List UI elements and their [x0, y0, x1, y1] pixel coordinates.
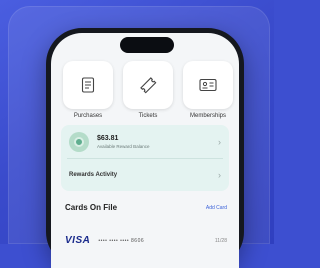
tile-label-purchases: Purchases	[73, 113, 103, 119]
divider	[67, 158, 223, 159]
dynamic-island	[120, 37, 174, 53]
card-expiry: 11/28	[214, 237, 227, 244]
chevron-right-icon: ›	[218, 137, 221, 147]
reward-badge-icon	[69, 132, 89, 152]
chevron-right-icon: ›	[218, 170, 221, 180]
card-number: •••• •••• •••• 8606	[98, 237, 145, 244]
add-card-link[interactable]: Add Card	[206, 205, 227, 211]
tile-label-memberships: Memberships	[189, 113, 226, 119]
id-card-icon	[199, 78, 217, 92]
receipt-icon	[81, 77, 95, 93]
tile-purchases[interactable]: Purchases	[61, 61, 115, 119]
visa-logo: VISA	[65, 235, 91, 246]
rewards-activity-label: Rewards Activity	[69, 172, 118, 178]
reward-balance-amount: $63.81	[97, 135, 119, 142]
rewards-panel: $63.81 Available Reward Balance › Reward…	[61, 125, 229, 191]
card-row[interactable]: VISA •••• •••• •••• 8606 11/28	[65, 235, 227, 246]
tile-tickets[interactable]: Tickets	[121, 61, 175, 119]
phone-screen: Purchases Tickets Memberships $63.81 Ava…	[51, 33, 239, 268]
ticket-icon	[140, 77, 157, 94]
phone-frame: Purchases Tickets Memberships $63.81 Ava…	[46, 28, 244, 268]
reward-balance-row[interactable]: $63.81 Available Reward Balance ›	[61, 127, 229, 157]
tile-memberships[interactable]: Memberships	[181, 61, 235, 119]
quick-action-tiles: Purchases Tickets Memberships	[61, 61, 235, 119]
reward-balance-caption: Available Reward Balance	[97, 144, 150, 149]
cards-section-title: Cards On File	[65, 203, 118, 212]
tile-label-tickets: Tickets	[138, 113, 158, 119]
rewards-activity-row[interactable]: Rewards Activity ›	[61, 160, 229, 190]
